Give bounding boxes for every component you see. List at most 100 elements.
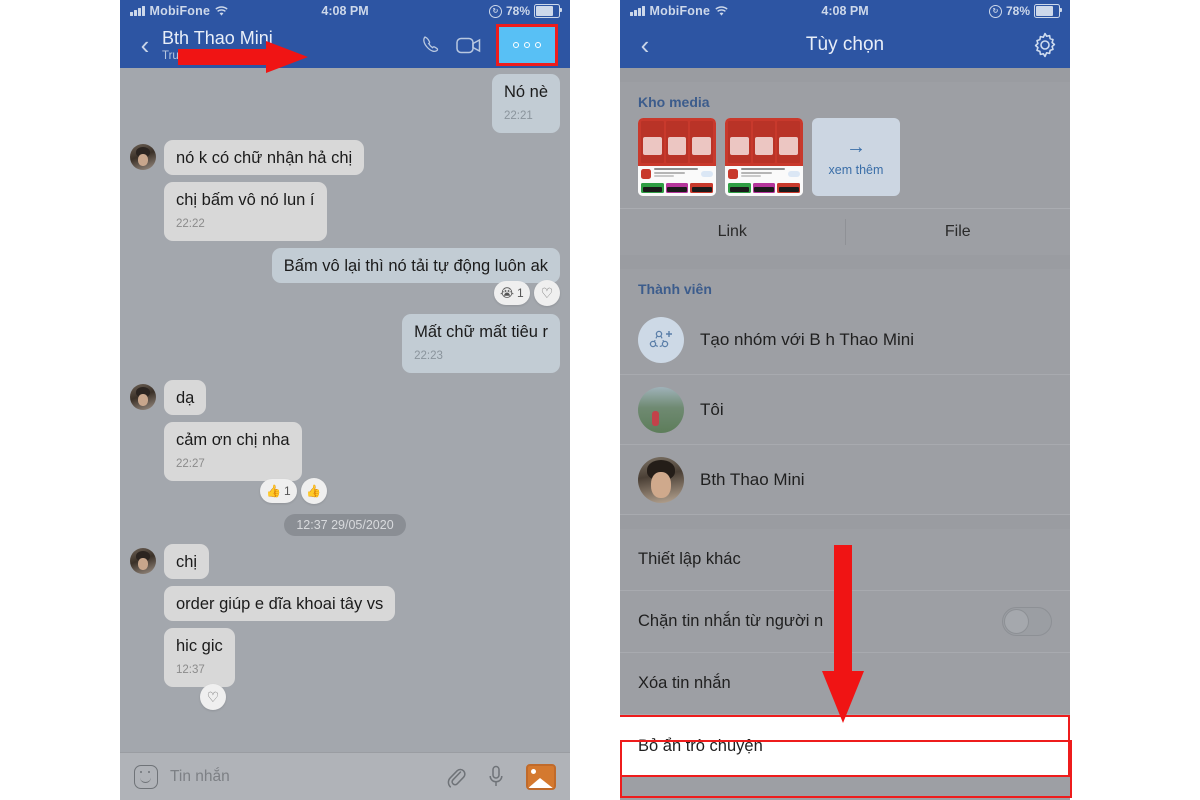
reaction-count: 1 — [517, 286, 524, 300]
gear-icon[interactable] — [1032, 32, 1058, 58]
settings-row-label: Thiết lập khác — [638, 550, 741, 568]
nav-actions — [420, 24, 558, 66]
reaction-emoji: 😭 — [500, 286, 515, 300]
message-time: 22:22 — [176, 218, 205, 230]
date-separator-label: 12:37 29/05/2020 — [284, 514, 406, 536]
tab-file[interactable]: File — [846, 209, 1071, 255]
message-bubble-incoming[interactable]: order giúp e dĩa khoai tây vs — [164, 586, 396, 621]
avatar — [130, 384, 156, 410]
member-name: Tạo nhóm với B h Thao Mini — [700, 329, 914, 349]
message-text: chị bấm vô nó lun í — [176, 191, 315, 209]
battery-icon — [1034, 4, 1062, 18]
member-row[interactable]: Tôi — [620, 375, 1070, 445]
message-bubble-incoming[interactable]: hic gic 12:37 — [164, 628, 235, 687]
settings-row-label: Chặn tin nhắn từ người n — [638, 612, 824, 630]
status-right: ↻ 78% — [488, 4, 562, 18]
more-options-button[interactable] — [496, 24, 558, 66]
message-row: Mất chữ mất tiêu r 22:23 — [130, 314, 560, 373]
message-text: chị — [176, 553, 198, 571]
message-text: order giúp e dĩa khoai tây vs — [176, 595, 384, 613]
media-thumbnail[interactable] — [638, 118, 716, 196]
phone-icon[interactable] — [420, 34, 442, 56]
thumbnail-top — [725, 118, 803, 166]
message-row: nó k có chữ nhận hả chị — [130, 140, 560, 175]
get-button-shape — [701, 170, 713, 177]
media-thumbnail-strip: → xem thêm — [620, 118, 1070, 208]
emoji-smiley-icon[interactable] — [134, 764, 158, 789]
battery-percent: 78% — [505, 4, 530, 18]
add-group-icon — [638, 316, 684, 363]
message-row: hic gic 12:37 — [130, 628, 560, 687]
rotation-lock-icon: ↻ — [488, 4, 502, 18]
message-row: cảm ơn chị nha 22:27 — [130, 422, 560, 481]
photo-gallery-icon[interactable] — [526, 763, 556, 790]
see-more-label: xem thêm — [828, 163, 884, 177]
media-section-heading: Kho media — [638, 94, 710, 110]
message-bubble-incoming[interactable]: cảm ơn chị nha 22:27 — [164, 422, 302, 481]
settings-row-label: Xóa tin nhắn — [638, 674, 731, 692]
message-text: nó k có chữ nhận hả chị — [176, 149, 353, 167]
tab-link[interactable]: Link — [620, 209, 845, 255]
member-row-create-group[interactable]: Tạo nhóm với B h Thao Mini — [620, 305, 1070, 375]
app-icon — [641, 168, 651, 179]
message-bubble-outgoing[interactable]: Mất chữ mất tiêu r 22:23 — [402, 314, 560, 373]
message-bubble-incoming[interactable]: chị — [164, 544, 210, 579]
heart-icon: ♡ — [206, 688, 220, 705]
message-row: dạ — [130, 380, 560, 415]
link-file-tabs: Link File — [620, 208, 1070, 255]
message-bubble-outgoing[interactable]: Nó nè 22:21 — [491, 74, 560, 133]
message-bubble-incoming[interactable]: chị bấm vô nó lun í 22:22 — [164, 182, 327, 241]
section-spacer-top — [620, 68, 1070, 82]
message-bubble-incoming[interactable]: dạ — [164, 380, 207, 415]
thumbnail-bottom — [638, 181, 716, 196]
get-button-shape — [788, 170, 800, 177]
left-status-bar: MobiFone 4:08 PM ↻ 78% — [120, 0, 570, 22]
app-text-lines — [654, 168, 698, 179]
settings-row-unhide-conversation[interactable]: Bỏ ẩn trò chuyện — [620, 715, 1070, 777]
thumbs-up-icon: 👍 — [306, 484, 322, 498]
reaction-chip[interactable]: 👍 1 — [260, 479, 297, 503]
app-text-lines — [741, 168, 785, 179]
see-more-button[interactable]: → xem thêm — [812, 118, 900, 196]
microphone-icon[interactable] — [488, 765, 504, 788]
reaction-count: 1 — [283, 484, 291, 498]
red-arrow-down — [822, 545, 864, 723]
back-button[interactable]: ‹ — [632, 32, 658, 58]
avatar — [130, 144, 156, 170]
arrow-right-icon: → — [846, 136, 866, 158]
message-input[interactable]: Tin nhắn — [170, 768, 446, 786]
video-camera-icon[interactable] — [456, 36, 482, 55]
message-text: cảm ơn chị nha — [176, 431, 290, 449]
section-spacer-members — [620, 255, 1070, 269]
avatar — [130, 548, 156, 574]
member-name: Bth Thao Mini — [700, 469, 805, 489]
message-text: Bấm vô lại thì nó tải tự động luôn ak — [283, 257, 548, 275]
message-bubble-outgoing[interactable]: Bấm vô lại thì nó tải tự động luôn ak — [271, 248, 560, 283]
like-heart-button[interactable]: ♡ — [200, 684, 226, 710]
rotation-lock-icon: ↻ — [988, 4, 1002, 18]
message-row: Nó nè 22:21 — [130, 74, 560, 133]
reaction-chip[interactable]: 😭 1 — [494, 281, 530, 305]
left-phone-screenshot: MobiFone 4:08 PM ↻ 78% ‹ Bth Thao Mini T… — [120, 0, 570, 800]
block-messages-toggle[interactable] — [1002, 607, 1052, 636]
message-bubble-incoming[interactable]: nó k có chữ nhận hả chị — [164, 140, 365, 175]
thumbnail-appcard — [725, 166, 803, 181]
like-button[interactable]: 👍 — [300, 478, 327, 504]
message-input-bar: Tin nhắn — [120, 752, 570, 800]
reaction-emoji: 👍 — [266, 484, 281, 498]
like-heart-button[interactable]: ♡ — [534, 280, 560, 306]
message-time: 22:27 — [176, 458, 205, 470]
reaction-group: 👍 1 👍 — [260, 478, 560, 504]
member-row[interactable]: Bth Thao Mini — [620, 445, 1070, 515]
message-row: chị — [130, 544, 560, 579]
media-thumbnail[interactable] — [725, 118, 803, 196]
status-right: ↻ 78% — [988, 4, 1062, 18]
message-time: 22:21 — [503, 110, 533, 122]
section-spacer-settings — [620, 515, 1070, 529]
reaction-group: ♡ — [200, 684, 560, 710]
back-button[interactable]: ‹ — [132, 32, 158, 58]
message-row: Bấm vô lại thì nó tải tự động luôn ak — [130, 248, 560, 283]
member-name: Tôi — [700, 399, 724, 419]
paperclip-icon[interactable] — [446, 766, 466, 788]
settings-row-label: Bỏ ẩn trò chuyện — [638, 736, 763, 755]
